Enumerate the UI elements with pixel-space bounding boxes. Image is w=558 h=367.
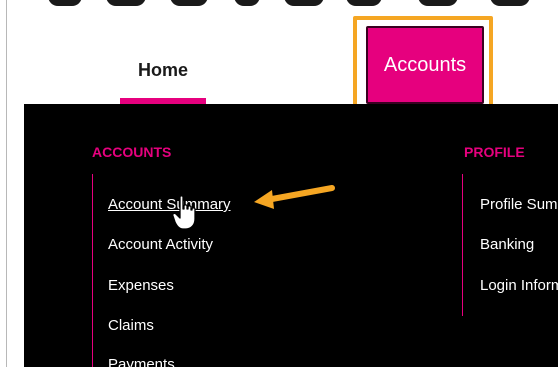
profile-section-title: PROFILE — [464, 144, 525, 160]
accounts-section-divider — [92, 174, 93, 367]
accounts-section-title: ACCOUNTS — [92, 144, 172, 160]
menu-item-login-information[interactable]: Login Information — [480, 277, 558, 294]
accounts-dropdown-menu: ACCOUNTS Account Summary Account Activit… — [24, 104, 558, 367]
nav-home-tab[interactable]: Home — [118, 48, 208, 104]
menu-item-account-summary[interactable]: Account Summary — [108, 196, 231, 213]
left-border — [6, 0, 7, 367]
menu-item-profile-summary[interactable]: Profile Summary — [480, 196, 558, 213]
menu-item-expenses[interactable]: Expenses — [108, 277, 174, 294]
hand-pointer-icon — [172, 195, 196, 230]
menu-item-claims[interactable]: Claims — [108, 317, 154, 334]
cropped-header-logo — [0, 0, 558, 12]
arrow-left-icon — [254, 185, 335, 209]
menu-item-payments[interactable]: Payments — [108, 356, 175, 367]
nav-accounts-tab[interactable]: Accounts — [366, 26, 484, 104]
profile-section-divider — [462, 174, 463, 316]
menu-item-account-activity[interactable]: Account Activity — [108, 236, 213, 253]
menu-item-banking[interactable]: Banking — [480, 236, 534, 253]
